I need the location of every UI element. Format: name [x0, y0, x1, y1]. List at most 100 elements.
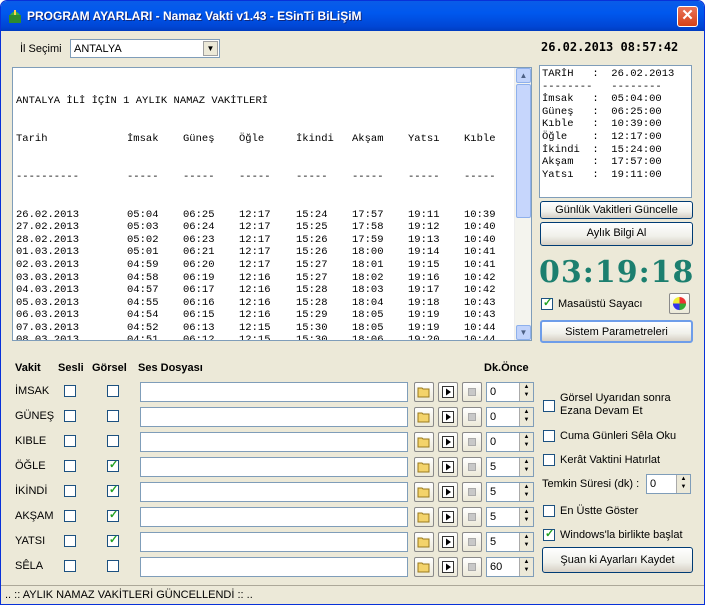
- monthly-times-list[interactable]: ANTALYA İLİ İÇİN 1 AYLIK NAMAZ VAKİTLERİ…: [12, 67, 532, 341]
- sound-file-field[interactable]: [140, 482, 408, 502]
- stop-icon[interactable]: [462, 432, 482, 452]
- sesli-checkbox[interactable]: [64, 435, 76, 447]
- sound-file-field[interactable]: [140, 407, 408, 427]
- stop-icon[interactable]: [462, 407, 482, 427]
- folder-open-icon[interactable]: [414, 382, 434, 402]
- title-bar[interactable]: PROGRAM AYARLARI - Namaz Vakti v1.43 - E…: [1, 1, 704, 31]
- sound-file-field[interactable]: [140, 382, 408, 402]
- spin-arrows-icon[interactable]: ▲ ▼: [519, 508, 533, 526]
- desktop-counter-checkbox[interactable]: [541, 296, 553, 310]
- table-cell: 19:11: [408, 208, 440, 221]
- folder-open-icon[interactable]: [414, 507, 434, 527]
- gorsel-checkbox[interactable]: [107, 458, 119, 472]
- sesli-checkbox[interactable]: [64, 560, 76, 572]
- spin-arrows-icon[interactable]: ▲ ▼: [519, 483, 533, 501]
- table-cell: 02.03.2013: [16, 258, 80, 271]
- spin-arrows-icon[interactable]: ▲ ▼: [519, 408, 533, 426]
- temkin-stepper[interactable]: 0 ▲ ▼: [646, 474, 691, 494]
- play-icon[interactable]: [438, 457, 458, 477]
- stop-icon[interactable]: [462, 382, 482, 402]
- prayer-name: YATSI: [15, 535, 46, 547]
- play-icon[interactable]: [438, 507, 458, 527]
- kerat-checkbox[interactable]: [543, 454, 555, 466]
- list-rows: 26.02.2013 05:04 06:25 12:17 15:24 17:57 19:11…: [16, 208, 511, 340]
- friday-sela-checkbox[interactable]: [543, 430, 555, 442]
- table-cell: 19:19: [408, 321, 440, 334]
- spin-arrows-icon[interactable]: ▲ ▼: [519, 458, 533, 476]
- minutes-before-stepper[interactable]: 5 ▲ ▼: [486, 457, 534, 477]
- play-icon[interactable]: [438, 407, 458, 427]
- play-icon[interactable]: [438, 382, 458, 402]
- scroll-thumb[interactable]: [516, 84, 531, 218]
- city-select[interactable]: ANTALYA ▼: [70, 39, 220, 58]
- minutes-before-stepper[interactable]: 5 ▲ ▼: [486, 507, 534, 527]
- sound-file-field[interactable]: [140, 432, 408, 452]
- gorsel-checkbox[interactable]: [107, 533, 119, 547]
- folder-open-icon[interactable]: [414, 457, 434, 477]
- prayer-name: GÜNEŞ: [15, 410, 55, 422]
- today-line: Yatsı : 19:11:00: [542, 168, 662, 181]
- gorsel-checkbox[interactable]: [107, 385, 119, 397]
- sound-file-field[interactable]: [140, 507, 408, 527]
- stop-icon[interactable]: [462, 557, 482, 577]
- sound-file-field[interactable]: [140, 557, 408, 577]
- stop-icon[interactable]: [462, 482, 482, 502]
- folder-open-icon[interactable]: [414, 432, 434, 452]
- sesli-checkbox[interactable]: [64, 410, 76, 422]
- save-settings-button[interactable]: Şuan ki Ayarları Kaydet: [542, 547, 693, 573]
- startup-checkbox[interactable]: [543, 527, 555, 541]
- spin-arrows-icon[interactable]: ▲ ▼: [519, 433, 533, 451]
- update-daily-button[interactable]: Günlük Vakitleri Güncelle: [540, 201, 693, 219]
- sesli-checkbox[interactable]: [64, 510, 76, 522]
- scroll-down-icon[interactable]: ▼: [516, 325, 531, 340]
- stop-icon[interactable]: [462, 532, 482, 552]
- play-icon[interactable]: [438, 432, 458, 452]
- gorsel-checkbox[interactable]: [107, 435, 119, 447]
- minutes-before-stepper[interactable]: 5 ▲ ▼: [486, 482, 534, 502]
- sesli-checkbox[interactable]: [64, 485, 76, 497]
- table-cell: 12:17: [239, 258, 271, 271]
- spin-arrows-icon[interactable]: ▲ ▼: [519, 383, 533, 401]
- sound-file-field[interactable]: [140, 457, 408, 477]
- folder-open-icon[interactable]: [414, 482, 434, 502]
- color-palette-icon[interactable]: [669, 293, 690, 314]
- folder-open-icon[interactable]: [414, 407, 434, 427]
- close-button[interactable]: ✕: [677, 6, 698, 27]
- gorsel-checkbox[interactable]: [107, 410, 119, 422]
- sesli-checkbox[interactable]: [64, 460, 76, 472]
- column-separator: -----: [127, 170, 159, 183]
- sesli-checkbox[interactable]: [64, 535, 76, 547]
- spin-arrows-icon[interactable]: ▲ ▼: [676, 475, 690, 493]
- folder-open-icon[interactable]: [414, 557, 434, 577]
- list-scrollbar[interactable]: ▲ ▼: [514, 68, 531, 340]
- sound-file-field[interactable]: [140, 532, 408, 552]
- folder-open-icon[interactable]: [414, 532, 434, 552]
- table-cell: 01.03.2013: [16, 246, 80, 259]
- spin-arrows-icon[interactable]: ▲ ▼: [519, 533, 533, 551]
- prayer-name: İKİNDİ: [15, 485, 48, 497]
- minutes-before-stepper[interactable]: 0 ▲ ▼: [486, 407, 534, 427]
- system-params-button[interactable]: Sistem Parametreleri: [540, 320, 693, 343]
- play-icon[interactable]: [438, 557, 458, 577]
- play-icon[interactable]: [438, 532, 458, 552]
- play-icon[interactable]: [438, 482, 458, 502]
- table-cell: 10:41: [464, 246, 496, 259]
- minutes-before-stepper[interactable]: 0 ▲ ▼: [486, 432, 534, 452]
- gorsel-checkbox[interactable]: [107, 560, 119, 572]
- sesli-checkbox[interactable]: [64, 385, 76, 397]
- stop-icon[interactable]: [462, 457, 482, 477]
- scroll-up-icon[interactable]: ▲: [516, 68, 531, 83]
- spin-arrows-icon[interactable]: ▲ ▼: [519, 558, 533, 576]
- minutes-before-stepper[interactable]: 60 ▲ ▼: [486, 557, 534, 577]
- kerat-label: Kerât Vaktini Hatırlat: [560, 454, 661, 466]
- gorsel-checkbox[interactable]: [107, 508, 119, 522]
- on-top-checkbox[interactable]: [543, 505, 555, 517]
- minutes-before-stepper[interactable]: 5 ▲ ▼: [486, 532, 534, 552]
- ezan-after-visual-checkbox[interactable]: [543, 400, 555, 412]
- minutes-before-stepper[interactable]: 0 ▲ ▼: [486, 382, 534, 402]
- column-separator: -----: [464, 170, 496, 183]
- gorsel-checkbox[interactable]: [107, 483, 119, 497]
- dropdown-arrow-icon[interactable]: ▼: [203, 41, 218, 56]
- stop-icon[interactable]: [462, 507, 482, 527]
- monthly-info-button[interactable]: Aylık Bilgi Al: [540, 222, 693, 246]
